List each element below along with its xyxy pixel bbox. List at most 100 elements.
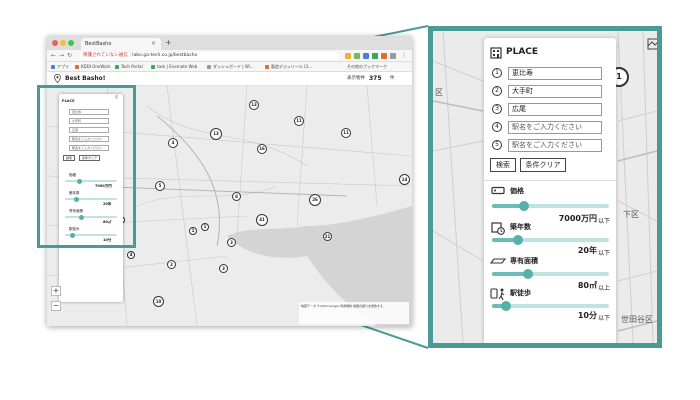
station-number: 5 [492,140,502,150]
clear-conditions-button[interactable]: 条件クリア [520,158,566,172]
bookmark-item[interactable]: その他のブックマーク [347,62,387,71]
result-count: 375 [369,75,382,82]
age-unit: 以下 [598,250,611,257]
app-header: Best Basho! 表示物件 375 件 [47,72,412,86]
map-cluster-marker[interactable]: 13 [210,128,222,140]
insecure-warning: 保護されていない通信 [83,53,128,58]
slider-knob[interactable] [518,201,529,211]
divider [484,180,616,181]
map-cluster-marker[interactable]: 11 [294,116,304,126]
tab-title: BestBasho [85,41,112,47]
map-cluster-marker[interactable]: 21 [323,232,332,241]
slider-knob[interactable] [512,235,523,245]
age-value: 20年 [577,246,597,255]
bookmark-item[interactable]: KDDI OneWork [75,62,111,71]
bookmark-item[interactable]: 製造デジュリール (3... [265,62,312,71]
price-slider[interactable] [492,201,609,211]
place-title: PLACE [506,47,539,57]
zoom-in-button[interactable]: + [51,286,61,296]
map-attribution: 地図データ ©2019 Google 利用規約 地図の誤りを報告する [299,302,409,324]
forward-icon[interactable]: → [59,50,64,62]
filter-label-area: 専有面積 [510,257,538,265]
pin-icon [54,74,61,83]
bookmark-item[interactable]: Tech Portal [115,62,143,71]
walk-unit: 以下 [598,315,611,322]
filter-label-walk: 駅徒歩 [510,289,531,297]
url-field[interactable]: 保護されていない通信 | labo.ga-tech.co.jp/bestbash… [79,52,339,60]
station-input[interactable]: 駅名をご入力ください [508,121,602,134]
tab-strip: BestBasho × + [47,36,412,50]
calendar-clock-icon [491,222,505,235]
profile-icon[interactable] [390,53,396,59]
search-button[interactable]: 検索 [490,158,516,172]
area-value: 80㎡ [577,281,597,290]
district-label: 下区 [623,210,639,219]
map-cluster-marker[interactable]: 5 [155,181,165,191]
map-cluster-marker[interactable]: 11 [341,128,351,138]
station-input[interactable]: 大手町 [508,85,602,98]
reload-icon[interactable]: ↻ [67,50,72,62]
slider-knob[interactable] [501,301,512,311]
map-cluster-marker[interactable]: 13 [249,100,259,110]
new-tab-button[interactable]: + [165,37,172,49]
map-cluster-marker[interactable]: 41 [256,214,268,226]
map-corner-icon[interactable] [647,38,659,50]
back-icon[interactable]: ← [51,50,56,62]
result-count-label: 表示物件 [347,76,365,81]
station-number: 1 [492,68,502,78]
district-label: 世田谷区 [621,315,653,324]
menu-icon[interactable]: ⋮ [401,50,407,62]
bookmark-item[interactable]: ダッシュボード | Wi... [207,62,254,71]
filter-panel: PLACE 1 恵比寿 2 大手町 3 広尾 4 駅名をご入力ください 5 駅名… [484,38,657,343]
zoomed-filter-view: 1 下区 世田谷区 区 PLACE 1 恵比寿 2 大手町 3 広尾 4 駅名を… [428,26,662,348]
station-input[interactable]: 駅名をご入力ください [508,139,602,152]
price-value: 7000万円 [558,214,597,223]
map-cluster-marker[interactable]: 14 [399,174,410,185]
map-cluster-marker[interactable]: 1 [189,227,197,235]
tab-close-icon[interactable]: × [151,38,156,50]
map-cluster-marker[interactable]: 3 [227,238,236,247]
map-cluster-marker[interactable]: 4 [168,138,178,148]
map-cluster-marker[interactable]: 4 [127,251,135,259]
walking-person-icon [490,288,505,301]
bookmark-item[interactable]: task | Evernote Web [151,62,197,71]
minimize-window-button[interactable] [60,40,66,46]
station-input[interactable]: 広尾 [508,103,602,116]
extension-icon[interactable] [372,53,378,59]
walk-slider[interactable] [492,301,609,311]
map-cluster-marker[interactable]: 2 [167,260,176,269]
station-number: 2 [492,86,502,96]
station-number: 3 [492,104,502,114]
close-window-button[interactable] [52,40,58,46]
map-cluster-marker[interactable]: 8 [232,192,241,201]
map-cluster-marker[interactable]: 26 [309,194,321,206]
price-unit: 以下 [598,218,611,225]
bookmarks-bar: アプリ KDDI OneWork Tech Portal task | Ever… [47,62,412,72]
bookmark-item[interactable]: アプリ [51,62,69,71]
map-cluster-marker[interactable]: 3 [219,264,228,273]
age-slider[interactable] [492,235,609,245]
extension-icon[interactable] [345,53,351,59]
app-title: Best Basho! [65,75,106,82]
station-number: 4 [492,122,502,132]
map-cluster-marker[interactable]: 1 [201,223,209,231]
map-cluster-marker[interactable]: 16 [257,144,267,154]
url-host: labo.ga-tech.co.jp/bestbasho [132,53,198,58]
browser-tab[interactable]: BestBasho [81,38,161,50]
extension-icon[interactable] [354,53,360,59]
station-input[interactable]: 恵比寿 [508,67,602,80]
extension-icon[interactable] [363,53,369,59]
price-tag-icon [491,186,505,195]
result-count-unit: 件 [390,76,395,81]
area-slider[interactable] [492,269,609,279]
map-cluster-marker[interactable]: 10 [153,296,164,307]
walk-value: 10分 [577,311,597,320]
slider-knob[interactable] [523,269,534,279]
floor-plan-icon [490,258,506,264]
maximize-window-button[interactable] [68,40,74,46]
district-label: 区 [435,88,443,97]
address-bar: ← → ↻ 保護されていない通信 | labo.ga-tech.co.jp/be… [47,50,412,62]
zoom-out-button[interactable]: − [51,301,61,311]
extension-icon[interactable] [381,53,387,59]
building-icon [490,47,502,59]
